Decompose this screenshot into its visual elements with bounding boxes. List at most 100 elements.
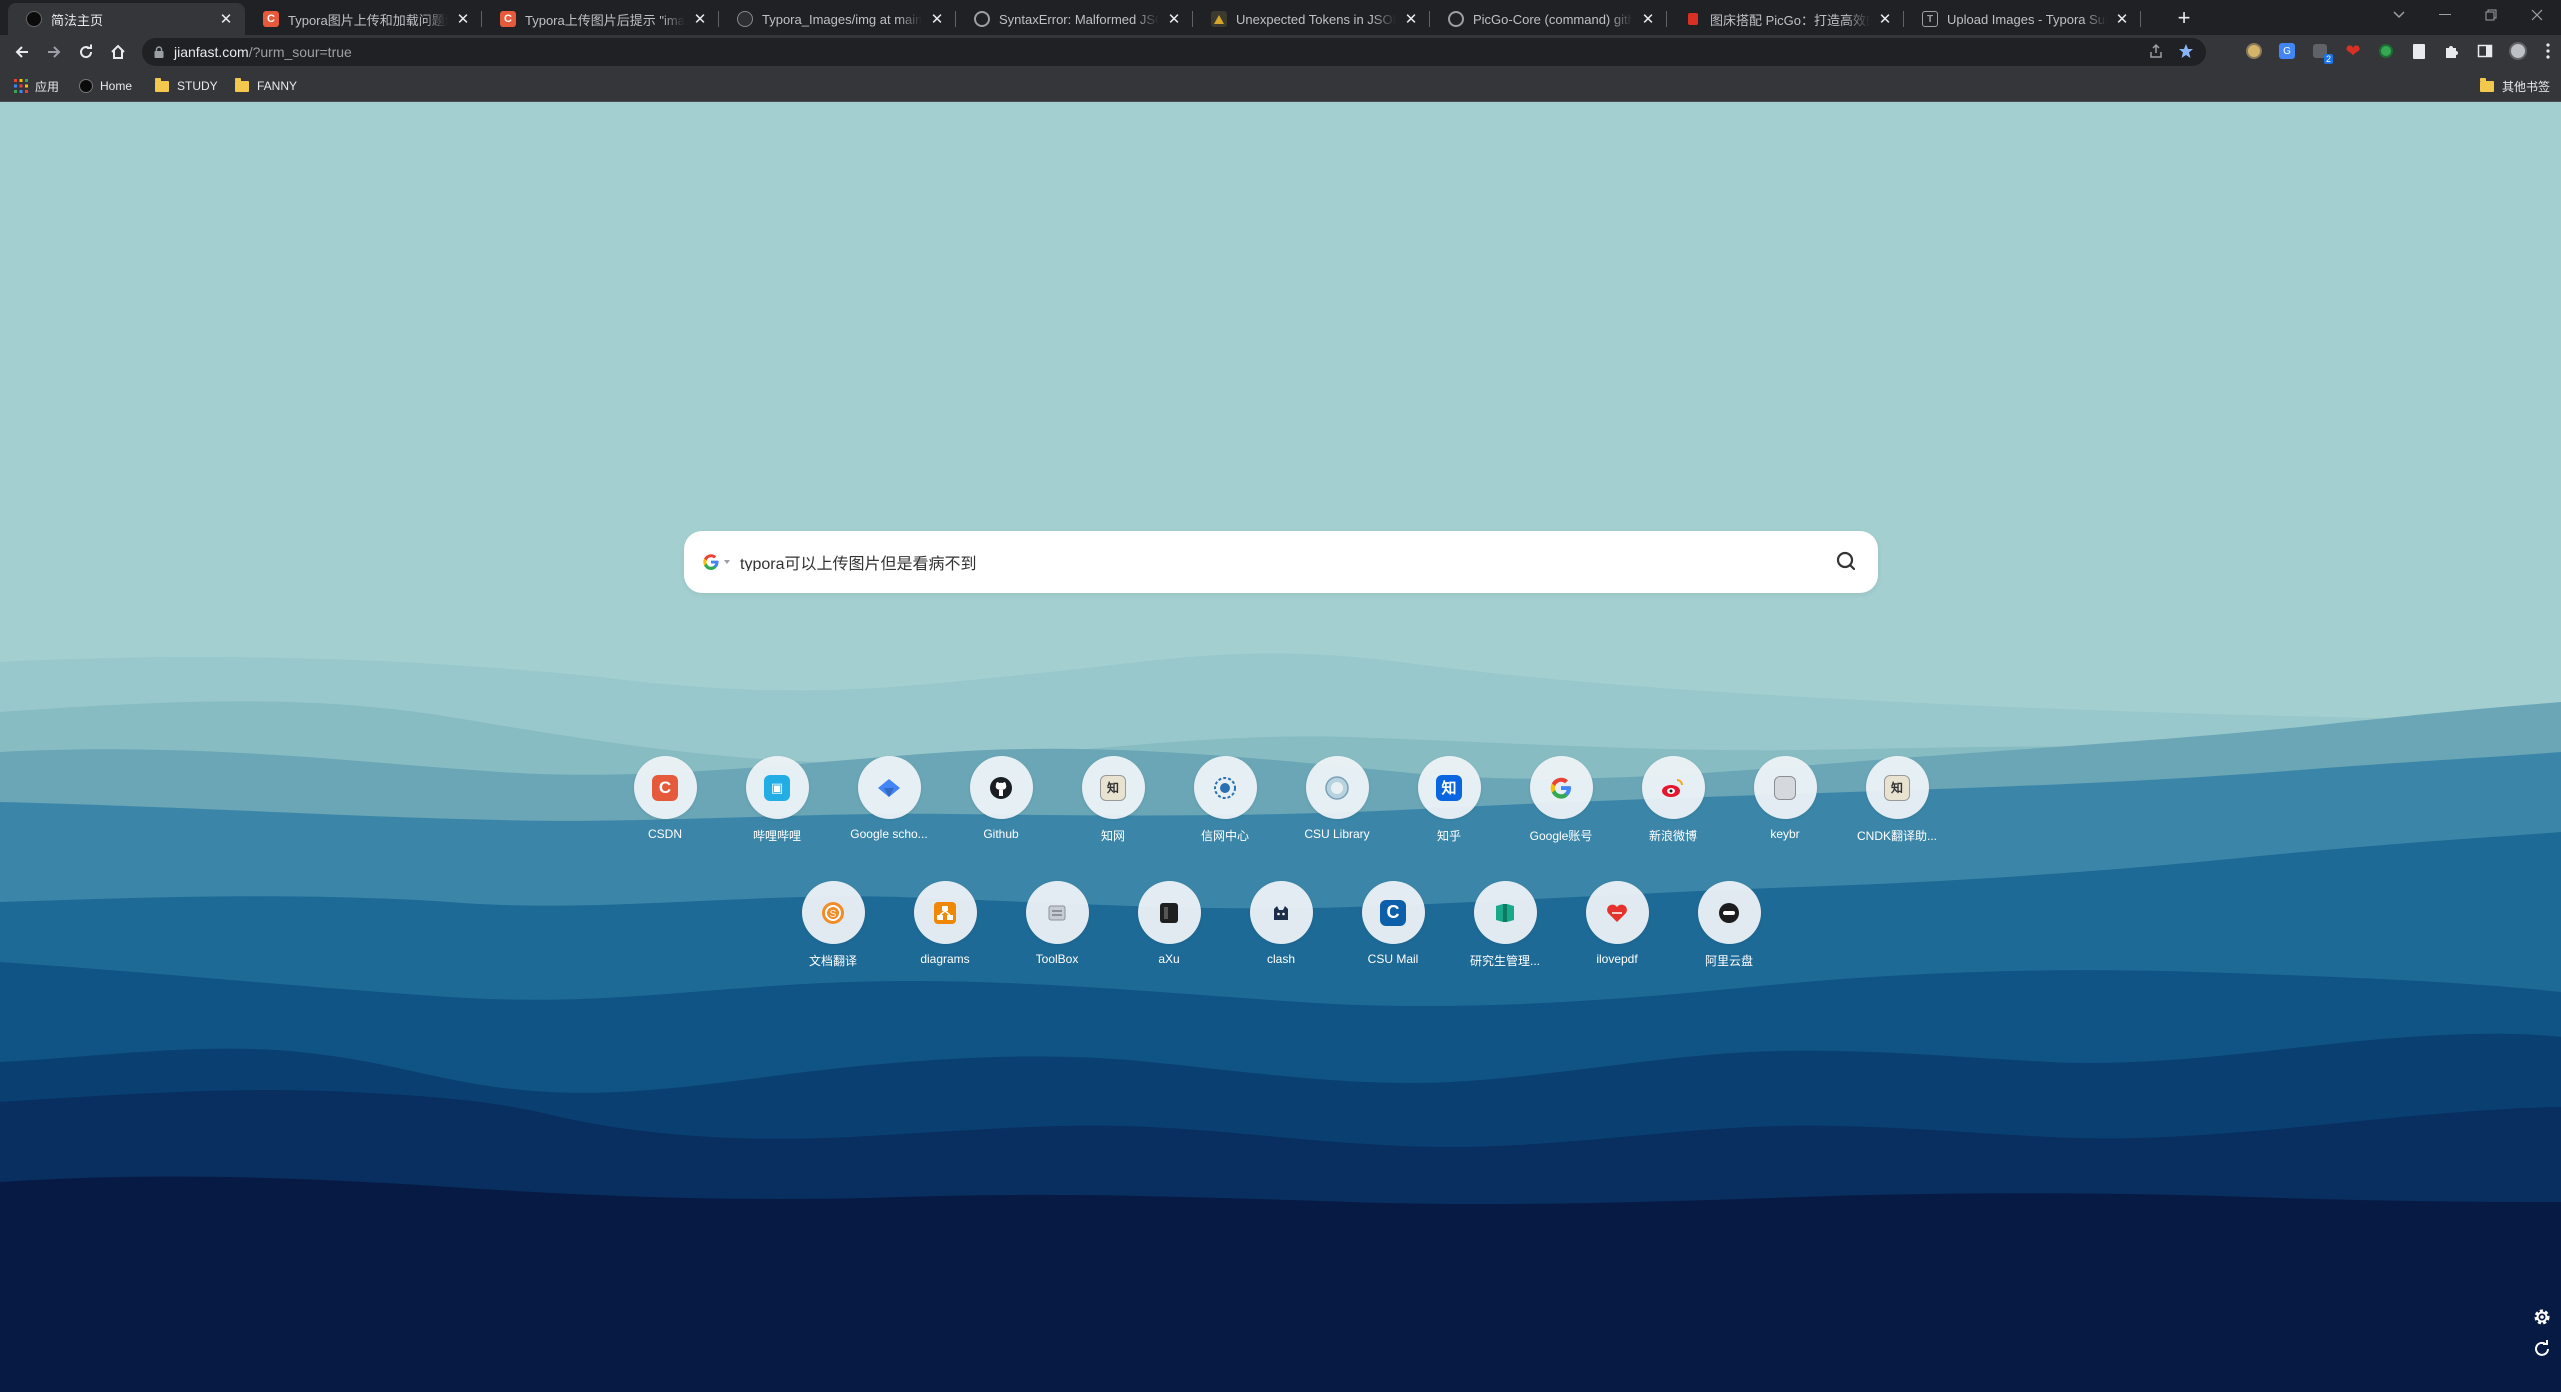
csdn-icon: C (500, 11, 516, 27)
tab-title: Typora_Images/img at main · (762, 11, 922, 27)
restore-icon[interactable] (2468, 0, 2514, 30)
bookmark-folder-fanny[interactable]: FANNY (235, 76, 297, 96)
shortcut-axu[interactable]: aXu (1113, 881, 1225, 966)
shortcut-google-scholar[interactable]: Google scho... (833, 756, 945, 841)
close-icon[interactable]: ✕ (454, 10, 472, 28)
home-icon (111, 44, 125, 59)
tab-csdn-2[interactable]: C Typora上传图片后提示 "image l ✕ (482, 3, 719, 35)
shortcut-label: CSU Library (1304, 827, 1370, 841)
shortcut-zhihu[interactable]: 知 知乎 (1393, 756, 1505, 844)
close-icon[interactable]: ✕ (217, 10, 235, 28)
close-icon[interactable]: ✕ (1639, 10, 1657, 28)
share-icon[interactable] (2148, 43, 2164, 59)
shortcut-network-center[interactable]: 信网中心 (1169, 756, 1281, 844)
tab-picgo-guide[interactable]: 图床搭配 PicGo：打造高效的图 ✕ (1667, 3, 1904, 35)
forward-button[interactable] (40, 38, 68, 66)
bookmark-label: STUDY (177, 79, 218, 93)
shortcut-graduate[interactable]: 研究生管理... (1449, 881, 1561, 969)
bookmark-home[interactable]: Home (79, 76, 132, 96)
shortcut-label: 知乎 (1436, 829, 1461, 843)
lock-icon (154, 46, 164, 58)
window-close-icon[interactable] (2514, 0, 2560, 30)
green-extension-icon[interactable] (2375, 40, 2397, 62)
translate-icon[interactable]: G (2276, 40, 2298, 62)
minimize-icon[interactable] (2422, 0, 2468, 30)
close-icon[interactable]: ✕ (2113, 10, 2131, 28)
close-icon[interactable]: ✕ (1165, 10, 1183, 28)
shortcut-csu-library[interactable]: CSU Library (1281, 756, 1393, 841)
url-host: jianfast.com (174, 44, 249, 60)
shortcut-aliyun-drive[interactable]: 阿里云盘 (1673, 881, 1785, 969)
close-icon[interactable]: ✕ (1876, 10, 1894, 28)
shortcut-bilibili[interactable]: ▣ 哔哩哔哩 (721, 756, 833, 844)
shortcut-keybr[interactable]: keybr (1729, 756, 1841, 841)
refresh-icon (2535, 1340, 2549, 1356)
tab-title: Typora上传图片后提示 "image l (525, 12, 685, 28)
document-extension-icon[interactable] (2408, 40, 2430, 62)
tab-title: Typora图片上传和加载问题解决 (288, 12, 448, 28)
menu-kebab-icon[interactable] (2537, 40, 2559, 62)
shortcut-label: diagrams (920, 952, 970, 966)
chevron-down-icon (724, 560, 730, 564)
axu-icon (1137, 881, 1201, 944)
tab-github[interactable]: Typora_Images/img at main · ✕ (719, 3, 956, 35)
shortcut-github[interactable]: Github (945, 756, 1057, 841)
heart-extension-icon[interactable]: ❤ (2342, 40, 2364, 62)
extension-badge-icon[interactable]: 2 (2309, 40, 2333, 64)
shortcut-cndk[interactable]: 知 CNDK翻译助... (1841, 756, 1953, 844)
tab-syntaxerror[interactable]: SyntaxError: Malformed JSON ✕ (956, 3, 1193, 35)
new-tab-button[interactable]: + (2172, 5, 2196, 30)
bookmark-folder-study[interactable]: STUDY (155, 76, 218, 96)
shortcut-cnki[interactable]: 知 知网 (1057, 756, 1169, 844)
shortcut-clash[interactable]: clash (1225, 881, 1337, 966)
mountain-background (0, 102, 2561, 1392)
shortcut-doc-translate[interactable]: S 文档翻译 (777, 881, 889, 969)
close-icon[interactable]: ✕ (928, 10, 946, 28)
search-input[interactable] (740, 553, 1780, 571)
shortcut-diagrams[interactable]: diagrams (889, 881, 1001, 966)
extension-icon[interactable] (2243, 40, 2265, 62)
close-icon[interactable]: ✕ (1402, 10, 1420, 28)
profile-avatar-icon[interactable] (2507, 40, 2529, 62)
address-bar[interactable]: jianfast.com/?urm_sour=true (142, 38, 2206, 66)
bookmark-apps[interactable]: 应用 (14, 76, 59, 96)
shortcut-weibo[interactable]: 新浪微博 (1617, 756, 1729, 844)
search-bar[interactable] (684, 531, 1878, 593)
back-button[interactable] (8, 38, 36, 66)
shortcut-ilovepdf[interactable]: ilovepdf (1561, 881, 1673, 966)
tab-title: Unexpected Tokens in JSON | (1236, 11, 1396, 27)
refresh-wallpaper-button[interactable] (2531, 1338, 2553, 1360)
tab-strip: 简法主页 ✕ C Typora图片上传和加载问题解决 ✕ C Typora上传图… (0, 0, 2561, 35)
shortcut-toolbox[interactable]: ToolBox (1001, 881, 1113, 966)
tab-typora-support[interactable]: T Upload Images - Typora Supp ✕ (1904, 3, 2141, 35)
tab-picgo-core[interactable]: PicGo-Core (command) githul ✕ (1430, 3, 1667, 35)
apps-grid-icon (14, 79, 28, 93)
csu-mail-icon: C (1361, 881, 1425, 944)
shortcut-csu-mail[interactable]: C CSU Mail (1337, 881, 1449, 966)
shortcut-csdn[interactable]: C CSDN (609, 756, 721, 841)
side-panel-icon[interactable] (2474, 40, 2496, 62)
shortcut-google-account[interactable]: Google账号 (1505, 756, 1617, 844)
tab-search-icon[interactable] (2376, 0, 2422, 30)
tab-unexpected-tokens[interactable]: Unexpected Tokens in JSON | ✕ (1193, 3, 1430, 35)
search-icon[interactable] (1834, 549, 1858, 573)
bookmark-star-icon[interactable] (2178, 43, 2194, 59)
github-icon (737, 11, 753, 27)
tab-csdn-1[interactable]: C Typora图片上传和加载问题解决 ✕ (245, 3, 482, 35)
search-engine-selector[interactable] (702, 553, 730, 571)
doc-translate-icon: S (801, 881, 865, 944)
zhihu-icon: 知 (1417, 756, 1481, 819)
browser-toolbar: jianfast.com/?urm_sour=true G 2 ❤ (0, 35, 2561, 69)
home-button[interactable] (104, 38, 132, 66)
shortcut-label: CNDK翻译助... (1856, 829, 1937, 843)
red-icon (1688, 13, 1698, 25)
settings-button[interactable] (2531, 1306, 2553, 1328)
close-icon[interactable]: ✕ (691, 10, 709, 28)
bookmark-label: 应用 (35, 79, 60, 94)
bookmark-other[interactable]: 其他书签 (2480, 76, 2550, 96)
tab-title: 简法主页 (51, 12, 104, 28)
puzzle-extensions-icon[interactable] (2441, 40, 2463, 62)
tab-jianfa[interactable]: 简法主页 ✕ (8, 3, 245, 35)
csu-library-icon (1305, 756, 1369, 819)
reload-button[interactable] (72, 38, 100, 66)
